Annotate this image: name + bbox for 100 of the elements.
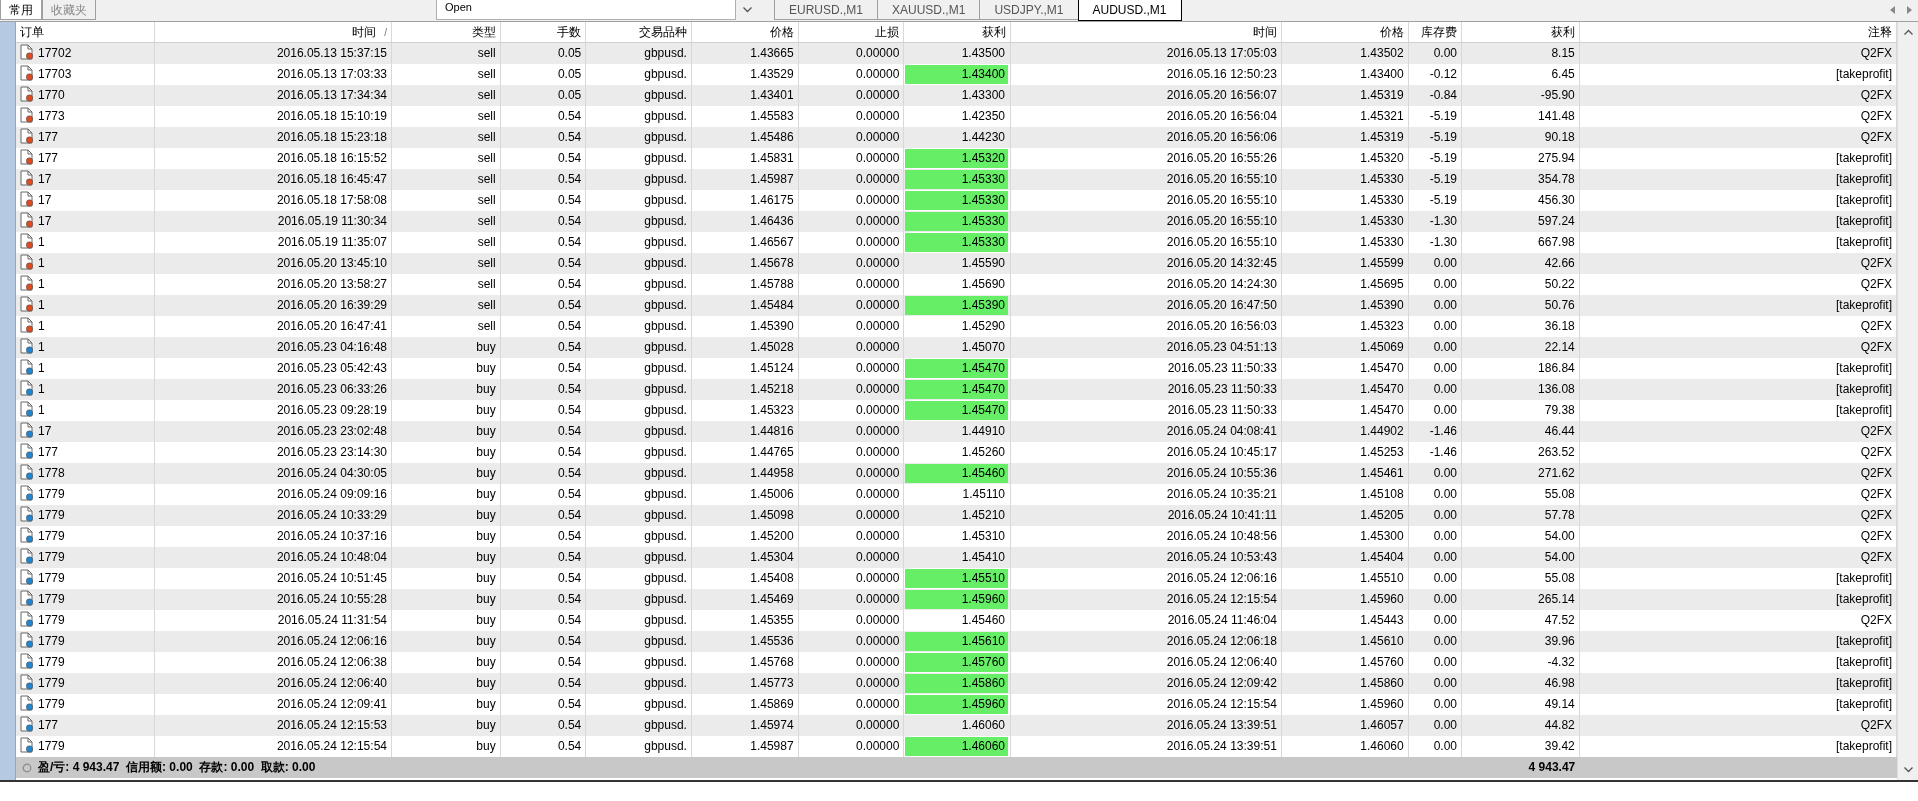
table-cell: 1.45330 [905,211,1009,231]
order-document-icon [20,191,34,207]
table-cell: 1 [38,319,45,333]
table-cell: 2016.05.20 16:55:10 [1010,189,1282,211]
table-cell: sell [391,294,501,316]
chart-tab[interactable]: EURUSD.,M1 [774,0,878,20]
order-document-icon [20,338,34,354]
table-cell: sell [391,147,501,169]
column-header[interactable]: 手数 [500,22,586,42]
table-cell: gbpusd. [585,462,692,484]
table-cell: 0.00 [1408,357,1462,379]
table-cell: 54.00 [1461,546,1580,568]
table-cell: sell [391,105,501,127]
table-cell: 0.00000 [798,714,904,736]
table-cell: 2016.05.20 14:32:45 [1010,252,1282,274]
table-cell: 1779 [38,676,65,690]
table-cell: [takeprofit] [1579,735,1897,757]
column-header[interactable]: 获利 [1461,22,1580,42]
table-cell: 46.98 [1461,672,1580,694]
table-cell: gbpusd. [585,693,692,715]
table-cell: 0.00000 [798,189,904,211]
table-cell-text: 1.43300 [960,86,1007,104]
table-cell: gbpusd. [585,231,692,253]
chart-tab[interactable]: AUDUSD.,M1 [1077,0,1182,21]
table-cell: 0.00 [1408,546,1462,568]
table-cell: 186.84 [1461,357,1580,379]
table-cell: 1.45218 [691,378,799,400]
table-cell: 1.43400 [1281,63,1409,85]
table-cell: gbpusd. [585,714,692,736]
column-header[interactable]: 价格 [1281,22,1409,42]
table-cell: 0.00000 [798,672,904,694]
table-cell: gbpusd. [585,567,692,589]
table-cell: sell [391,63,501,85]
table-cell: 2016.05.20 16:55:10 [1010,231,1282,253]
table-cell: buy [391,483,501,505]
table-cell: 0.00 [1408,567,1462,589]
table-cell: 2016.05.23 23:14:30 [154,441,392,463]
table-cell: 1.45323 [691,399,799,421]
table-cell: 0.54 [500,651,586,673]
table-cell: 2016.05.19 11:35:07 [154,231,392,253]
column-header[interactable]: 类型 [391,22,501,42]
table-cell: sell [391,210,501,232]
table-cell: 0.00 [1408,315,1462,337]
table-cell: buy [391,672,501,694]
table-cell: 1.46060 [905,736,1009,756]
table-cell: Q2FX [1579,525,1897,547]
table-cell: 0.00 [1408,252,1462,274]
scroll-up-icon[interactable] [1903,29,1913,35]
table-cell: 1.45974 [691,714,799,736]
table-cell: Q2FX [1579,714,1897,736]
table-cell: 1.45510 [905,568,1009,588]
table-cell: buy [391,525,501,547]
table-cell: 2016.05.16 12:50:23 [1010,63,1282,85]
table-cell: gbpusd. [585,168,692,190]
list-box[interactable]: Open [436,0,736,20]
table-cell: 2016.05.13 17:03:33 [154,63,392,85]
column-header[interactable]: 价格 [691,22,799,42]
table-cell: 2016.05.24 12:09:42 [1010,672,1282,694]
panel-tab[interactable]: 常用 [0,0,42,20]
table-cell: 2016.05.20 16:55:10 [1010,210,1282,232]
order-document-icon [20,128,34,144]
table-cell: 1779 [38,550,65,564]
table-cell: sell [391,84,501,106]
order-document-icon [20,695,34,711]
column-header[interactable]: 获利 [903,22,1011,42]
table-cell: 1.45583 [691,105,799,127]
scroll-right-icon[interactable] [1907,6,1912,14]
scroll-down-icon[interactable] [1903,767,1913,773]
column-header[interactable]: 时间 [352,24,377,39]
column-header[interactable]: 注释 [1579,22,1897,42]
table-cell: 1.45320 [1281,147,1409,169]
table-cell: -5.19 [1408,189,1462,211]
table-cell: 141.48 [1461,105,1580,127]
table-cell: 2016.05.23 11:50:33 [1010,399,1282,421]
table-cell: [takeprofit] [1579,210,1897,232]
table-cell: 2016.05.20 16:56:04 [1010,105,1282,127]
scroll-left-icon[interactable] [1890,6,1895,14]
table-cell: 1.45960 [1281,588,1409,610]
table-cell: [takeprofit] [1579,567,1897,589]
table-cell: 1.45200 [691,525,799,547]
column-header[interactable]: 交易品种 [585,22,692,42]
list-item[interactable]: Open [445,0,735,14]
table-cell: 0.00000 [798,609,904,631]
table-cell: buy [391,462,501,484]
column-header[interactable]: 止损 [798,22,904,42]
table-cell: -5.19 [1408,105,1462,127]
order-document-icon [20,107,34,123]
table-cell: 2016.05.23 06:33:26 [154,378,392,400]
table-cell: gbpusd. [585,672,692,694]
column-header[interactable]: 订单 [16,22,155,42]
column-header[interactable]: 时间 [1010,22,1282,42]
table-cell: gbpusd. [585,315,692,337]
table-cell: 2016.05.24 11:46:04 [1010,609,1282,631]
table-cell: 1 [38,382,45,396]
table-cell: 1.46057 [1281,714,1409,736]
table-cell: 2016.05.20 16:56:07 [1010,84,1282,106]
table-cell: gbpusd. [585,588,692,610]
column-header[interactable]: 库存费 [1408,22,1462,42]
table-cell: 44.82 [1461,714,1580,736]
table-cell: 0.54 [500,378,586,400]
